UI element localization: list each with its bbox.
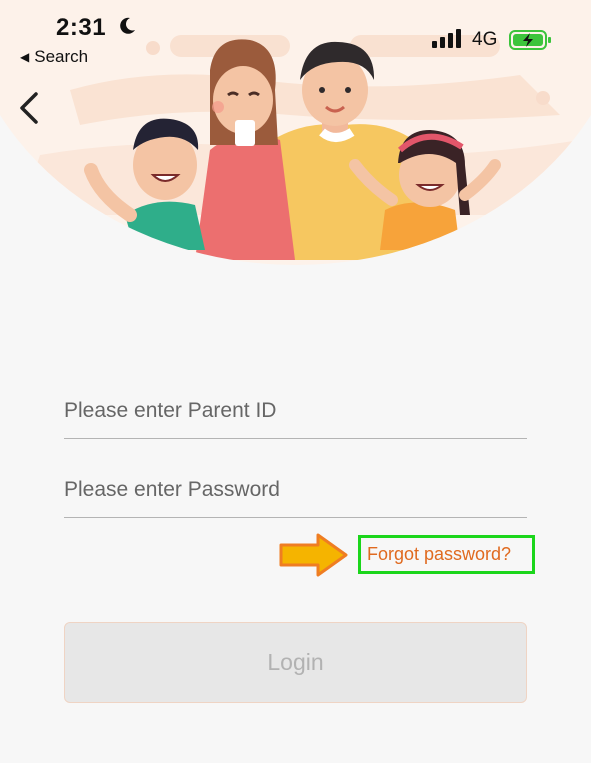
status-time: 2:31 [56, 14, 107, 41]
forgot-password-link[interactable]: Forgot password? [367, 544, 511, 565]
battery-charging-icon [509, 30, 551, 50]
back-to-app-link[interactable]: ◀ Search [20, 47, 88, 67]
login-screen: 2:31 ◀ Search 4G Forgot password? Login [0, 0, 591, 763]
back-app-label: Search [34, 47, 89, 66]
password-field [64, 462, 527, 518]
parent-id-field [64, 383, 527, 439]
back-triangle-icon: ◀ [20, 50, 30, 64]
parent-id-input[interactable] [64, 383, 527, 438]
back-chevron-icon[interactable] [14, 90, 44, 126]
arrow-right-icon [279, 533, 348, 577]
forgot-password-highlight: Forgot password? [358, 535, 535, 574]
login-button[interactable]: Login [64, 622, 527, 703]
moon-icon [120, 17, 135, 34]
cellular-signal-icon [432, 29, 461, 48]
network-type: 4G [472, 29, 498, 50]
password-input[interactable] [64, 462, 527, 517]
